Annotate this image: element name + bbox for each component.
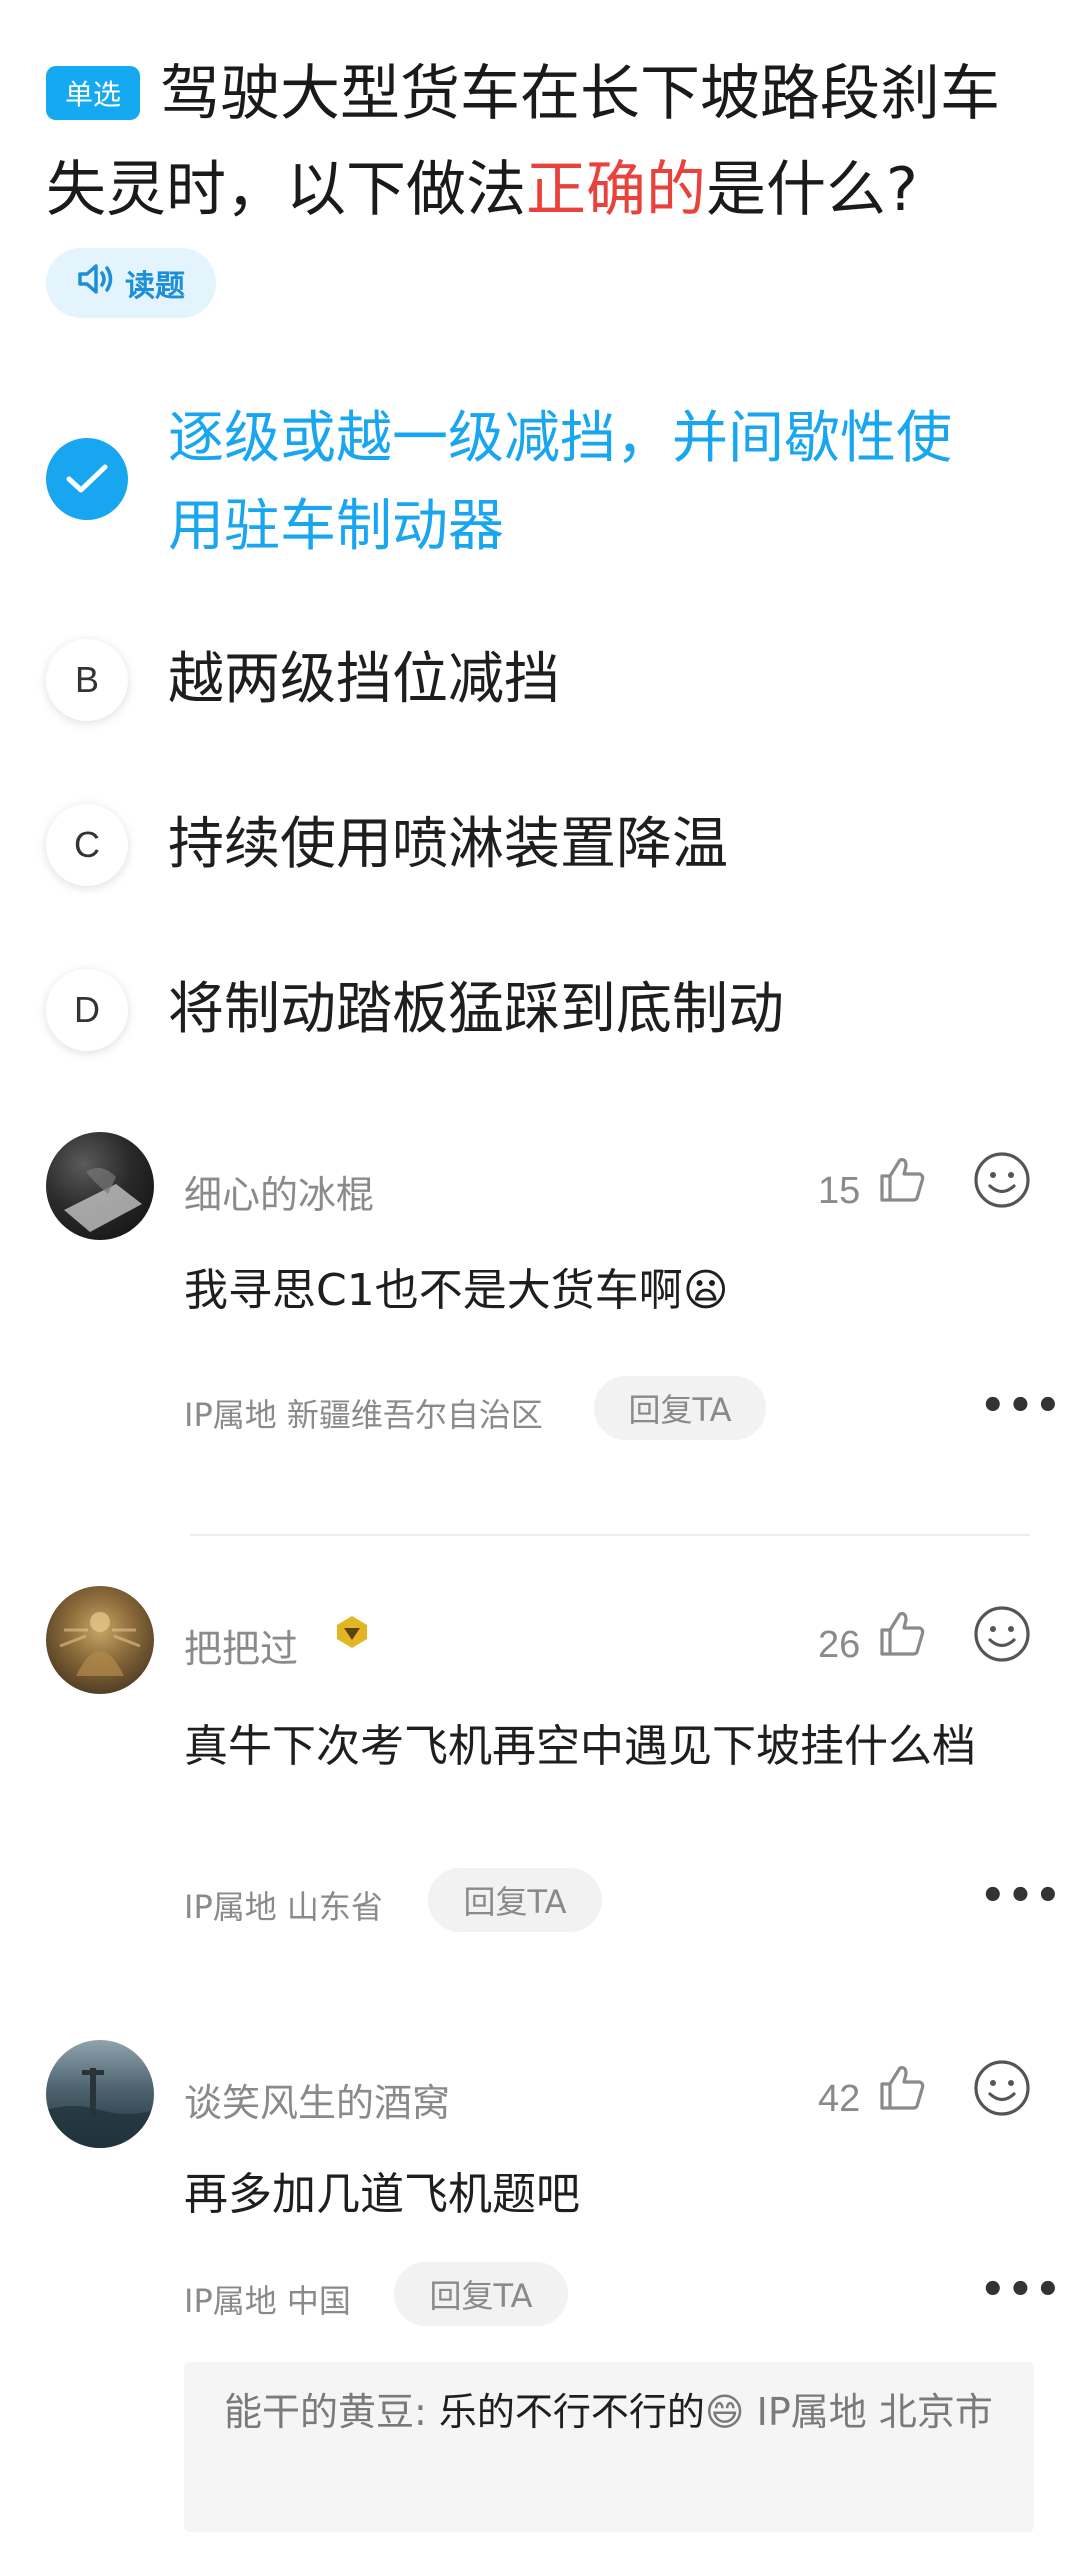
sub-reply[interactable]: 能干的黄豆: 乐的不行不行的😄 IP属地 北京市: [184, 2362, 1034, 2532]
comment-item: 把把过 26 真牛下次考飞机再空中遇见下坡挂什么档 IP属地 山东省 回复TA …: [0, 1582, 1080, 2002]
option-c-text: 持续使用喷淋装置降温: [168, 812, 728, 877]
question-text-line1: 驾驶大型货车在长下坡路段刹车: [160, 59, 1000, 129]
sub-reply-text: 能干的黄豆: 乐的不行不行的😄 IP属地 北京市: [184, 2362, 1034, 2462]
option-b[interactable]: B 越两级挡位减挡: [0, 630, 1080, 730]
divider: [190, 1534, 1030, 1536]
like-count: 26: [818, 1624, 861, 1666]
smiley-icon[interactable]: [972, 2058, 1032, 2122]
thumbs-up-icon[interactable]: [876, 1154, 928, 1210]
option-d[interactable]: D 将制动踏板猛踩到底制动: [0, 960, 1080, 1060]
thumbs-up-icon[interactable]: [876, 1608, 928, 1664]
comment-body: 我寻思C1也不是大货车啊: [184, 1265, 683, 1316]
comment-item: 细心的冰棍 15 我寻思C1也不是大货车啊😦 IP属地 新疆维吾尔自治区 回复T…: [0, 1128, 1080, 1508]
avatar[interactable]: [46, 1132, 154, 1240]
more-dots-icon[interactable]: •••: [980, 2267, 1063, 2313]
emoji: 😦: [682, 1265, 729, 1316]
comment-text: 再多加几道飞机题吧: [184, 2169, 580, 2220]
gold-badge-icon: [332, 1612, 372, 1656]
question-highlight: 正确的: [526, 155, 706, 225]
sub-reply-user[interactable]: 能干的黄豆: [224, 2390, 414, 2434]
option-letter-c: C: [46, 804, 128, 886]
ip-location: IP属地 新疆维吾尔自治区: [184, 1396, 543, 1434]
ip-location: IP属地 山东省: [184, 1888, 383, 1926]
comment-username[interactable]: 细心的冰棍: [184, 1164, 374, 1219]
like-count: 42: [818, 2078, 861, 2120]
like-count: 15: [818, 1170, 861, 1212]
comment-text: 我寻思C1也不是大货车啊😦: [184, 1256, 1004, 1326]
question-text-part: 失灵时，以下做法: [46, 155, 526, 225]
avatar[interactable]: [46, 2040, 154, 2148]
reply-button[interactable]: 回复TA: [594, 1376, 766, 1440]
option-d-text: 将制动踏板猛踩到底制动: [168, 977, 784, 1042]
read-question-label: 读题: [125, 269, 185, 304]
sub-reply-colon: :: [414, 2390, 439, 2434]
option-c[interactable]: C 持续使用喷淋装置降温: [0, 795, 1080, 895]
more-dots-icon[interactable]: •••: [980, 1383, 1063, 1429]
thumbs-up-icon[interactable]: [876, 2062, 928, 2118]
emoji: 😄: [704, 2390, 745, 2434]
option-a-text-line1: 逐级或越一级减挡，并间歇性使: [168, 406, 952, 471]
option-a[interactable]: 逐级或越一级减挡，并间歇性使 用驻车制动器: [0, 395, 1080, 595]
comment-username[interactable]: 把把过: [184, 1618, 298, 1673]
reply-button[interactable]: 回复TA: [394, 2262, 568, 2326]
option-letter-d: D: [46, 969, 128, 1051]
reply-button[interactable]: 回复TA: [428, 1868, 602, 1932]
comment-username[interactable]: 谈笑风生的酒窝: [184, 2072, 450, 2127]
question-text-part: 是什么?: [706, 155, 918, 225]
avatar[interactable]: [46, 1586, 154, 1694]
speaker-icon: [77, 262, 115, 304]
option-b-text: 越两级挡位减挡: [168, 647, 560, 712]
sub-reply-body: 乐的不行不行的: [438, 2390, 705, 2434]
read-question-button[interactable]: 读题: [46, 248, 216, 318]
more-dots-icon[interactable]: •••: [980, 1873, 1063, 1919]
ip-location: IP属地 中国: [184, 2282, 351, 2320]
sub-reply-ip: IP属地 北京市: [756, 2390, 993, 2434]
comment-text: 真牛下次考飞机再空中遇见下坡挂什么档: [184, 1721, 976, 1772]
question-text-line2: 失灵时，以下做法正确的是什么?: [46, 150, 918, 230]
smiley-icon[interactable]: [972, 1150, 1032, 1214]
smiley-icon[interactable]: [972, 1604, 1032, 1668]
check-icon: [46, 438, 128, 520]
question-type-badge: 单选: [46, 66, 140, 120]
option-letter-b: B: [46, 639, 128, 721]
option-a-text-line2: 用驻车制动器: [168, 494, 504, 559]
